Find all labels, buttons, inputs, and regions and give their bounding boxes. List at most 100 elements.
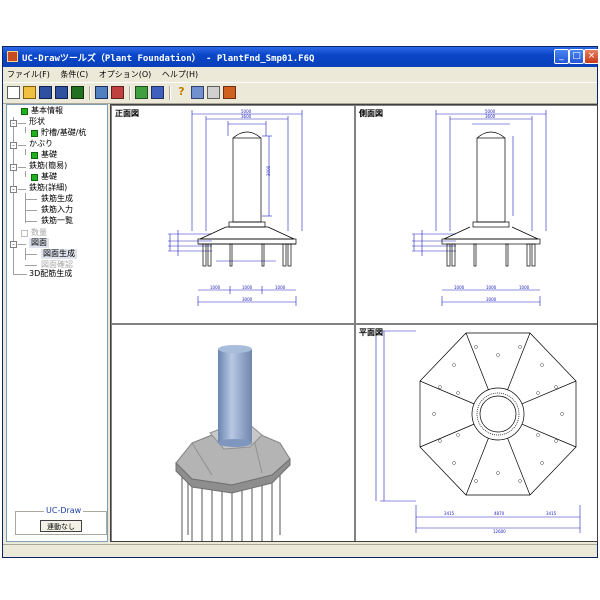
3d-model-drawing bbox=[175, 345, 291, 541]
collapse-icon[interactable]: - bbox=[10, 120, 17, 127]
svg-text:1000: 1000 bbox=[242, 285, 253, 290]
close-button[interactable]: × bbox=[584, 49, 599, 64]
3d-view-pane[interactable] bbox=[112, 325, 354, 541]
side-view-pane[interactable]: 側面図 5000 3600 3000 1000 1000 1000 bbox=[356, 106, 597, 323]
svg-text:3415: 3415 bbox=[546, 511, 557, 516]
uc-draw-group-label: UC-Draw bbox=[44, 506, 84, 515]
front-view-label: 正面図 bbox=[115, 109, 139, 118]
svg-text:3415: 3415 bbox=[444, 511, 455, 516]
tree-item-rebar-list[interactable]: 鉄筋一覧 bbox=[41, 216, 73, 226]
tree-line bbox=[25, 149, 26, 155]
tree-item-basic-info[interactable]: 基本情報 bbox=[31, 106, 63, 116]
link-mode-button[interactable]: 連動なし bbox=[40, 520, 82, 532]
toolbar-separator bbox=[169, 86, 171, 100]
plan-view-drawing: 12600 3415 4870 3415 bbox=[375, 330, 581, 534]
status-complete-icon bbox=[31, 130, 38, 137]
save-icon[interactable] bbox=[39, 86, 52, 99]
drawing-view-area: 正面図 5000 3600 3000 1000 1000 1000 3000 側… bbox=[110, 104, 598, 542]
menu-conditions[interactable]: 条件(C) bbox=[56, 67, 92, 82]
tree-item-rebar-generate[interactable]: 鉄筋生成 bbox=[41, 194, 73, 204]
tree-line bbox=[13, 274, 27, 275]
svg-text:1000: 1000 bbox=[519, 285, 530, 290]
plan-view-pane[interactable]: 平面図 12600 3415 4870 3415 bbox=[356, 325, 597, 541]
tree-item-rebar-input[interactable]: 鉄筋入力 bbox=[41, 205, 73, 215]
plan-view-label: 平面図 bbox=[359, 328, 383, 337]
tree-item-quantity[interactable]: 数量 bbox=[31, 228, 47, 238]
tree-item-3d-rebar[interactable]: 3D配筋生成 bbox=[29, 269, 72, 279]
menu-options[interactable]: オプション(O) bbox=[95, 67, 156, 82]
tree-line bbox=[18, 123, 26, 124]
svg-text:1000: 1000 bbox=[275, 285, 286, 290]
tree-line bbox=[25, 171, 26, 177]
checkbox-icon[interactable] bbox=[21, 230, 28, 237]
svg-text:3600: 3600 bbox=[485, 114, 496, 119]
window-title: UC-Drawツールズ（Plant Foundation） - PlantFnd… bbox=[22, 54, 315, 64]
collapse-icon[interactable]: - bbox=[10, 164, 17, 171]
status-bar bbox=[3, 544, 597, 557]
svg-text:4870: 4870 bbox=[494, 511, 505, 516]
navigation-tree: 基本情報 - 形状 貯槽/基礎/杭 - かぶり 基礎 - 鉄筋(簡易) 基礎 -… bbox=[6, 104, 108, 542]
svg-text:12600: 12600 bbox=[493, 529, 506, 534]
menu-file[interactable]: ファイル(F) bbox=[3, 67, 54, 82]
tree-line bbox=[25, 199, 37, 200]
tree-item-rebar-foundation[interactable]: 基礎 bbox=[41, 172, 57, 182]
svg-text:3600: 3600 bbox=[241, 114, 252, 119]
collapse-icon[interactable]: - bbox=[10, 142, 17, 149]
tree-line bbox=[18, 244, 26, 245]
front-view-pane[interactable]: 正面図 5000 3600 3000 1000 1000 1000 3000 bbox=[112, 106, 354, 323]
tree-line bbox=[25, 193, 26, 223]
book-icon[interactable] bbox=[191, 86, 204, 99]
tree-line bbox=[18, 167, 26, 168]
app-window: UC-Drawツールズ（Plant Foundation） - PlantFnd… bbox=[2, 46, 599, 558]
calc-icon[interactable] bbox=[135, 86, 148, 99]
web-icon[interactable] bbox=[223, 86, 236, 99]
collapse-icon[interactable]: - bbox=[10, 241, 17, 248]
svg-text:1000: 1000 bbox=[210, 285, 221, 290]
print-icon[interactable] bbox=[151, 86, 164, 99]
load-icon[interactable] bbox=[71, 86, 84, 99]
status-complete-icon bbox=[21, 108, 28, 115]
toolbar-separator bbox=[129, 86, 131, 100]
title-bar[interactable]: UC-Drawツールズ（Plant Foundation） - PlantFnd… bbox=[3, 47, 599, 67]
svg-text:3000: 3000 bbox=[486, 297, 497, 302]
svg-text:3000: 3000 bbox=[266, 165, 271, 176]
status-complete-icon bbox=[31, 174, 38, 181]
tree-item-shape[interactable]: 形状 bbox=[29, 117, 45, 127]
minimize-button[interactable]: _ bbox=[554, 49, 569, 64]
menu-help[interactable]: ヘルプ(H) bbox=[158, 67, 202, 82]
svg-text:3000: 3000 bbox=[242, 297, 253, 302]
tree-line bbox=[18, 145, 26, 146]
collapse-icon[interactable]: - bbox=[10, 186, 17, 193]
uc-draw-group: UC-Draw 連動なし bbox=[15, 506, 107, 535]
tree-line bbox=[13, 117, 14, 274]
side-view-label: 側面図 bbox=[359, 109, 383, 118]
status-complete-icon bbox=[31, 152, 38, 159]
svg-text:1000: 1000 bbox=[486, 285, 497, 290]
tree-item-rebar-detail[interactable]: 鉄筋(詳細) bbox=[29, 183, 67, 193]
tree-line bbox=[25, 210, 37, 211]
menu-bar: ファイル(F) 条件(C) オプション(O) ヘルプ(H) bbox=[3, 67, 597, 82]
save-as-icon[interactable] bbox=[55, 86, 68, 99]
open-folder-icon[interactable] bbox=[23, 86, 36, 99]
tree-item-drawing-generate[interactable]: 図面生成 bbox=[41, 249, 77, 259]
tree-item-drawing[interactable]: 図面 bbox=[29, 238, 49, 248]
tree-item-rebar-simple[interactable]: 鉄筋(簡易) bbox=[29, 161, 67, 171]
view-icon[interactable] bbox=[95, 86, 108, 99]
tree-item-cover[interactable]: かぶり bbox=[29, 139, 53, 149]
help-icon[interactable]: ? bbox=[175, 86, 188, 99]
info-icon[interactable] bbox=[207, 86, 220, 99]
svg-text:1000: 1000 bbox=[454, 285, 465, 290]
table-icon[interactable] bbox=[111, 86, 124, 99]
tree-item-cover-foundation[interactable]: 基礎 bbox=[41, 150, 57, 160]
toolbar: ? bbox=[3, 82, 597, 104]
tree-line bbox=[25, 221, 37, 222]
tree-line bbox=[25, 265, 37, 266]
tree-line bbox=[25, 127, 26, 133]
tree-line bbox=[18, 189, 26, 190]
front-view-drawing: 50003600 30001000 1000 1000 3000 bbox=[168, 109, 303, 306]
toolbar-separator bbox=[89, 86, 91, 100]
new-file-icon[interactable] bbox=[7, 86, 20, 99]
maximize-button[interactable]: □ bbox=[569, 49, 584, 64]
tree-item-tank-foundation-pile[interactable]: 貯槽/基礎/杭 bbox=[41, 128, 86, 138]
app-icon bbox=[7, 51, 18, 62]
